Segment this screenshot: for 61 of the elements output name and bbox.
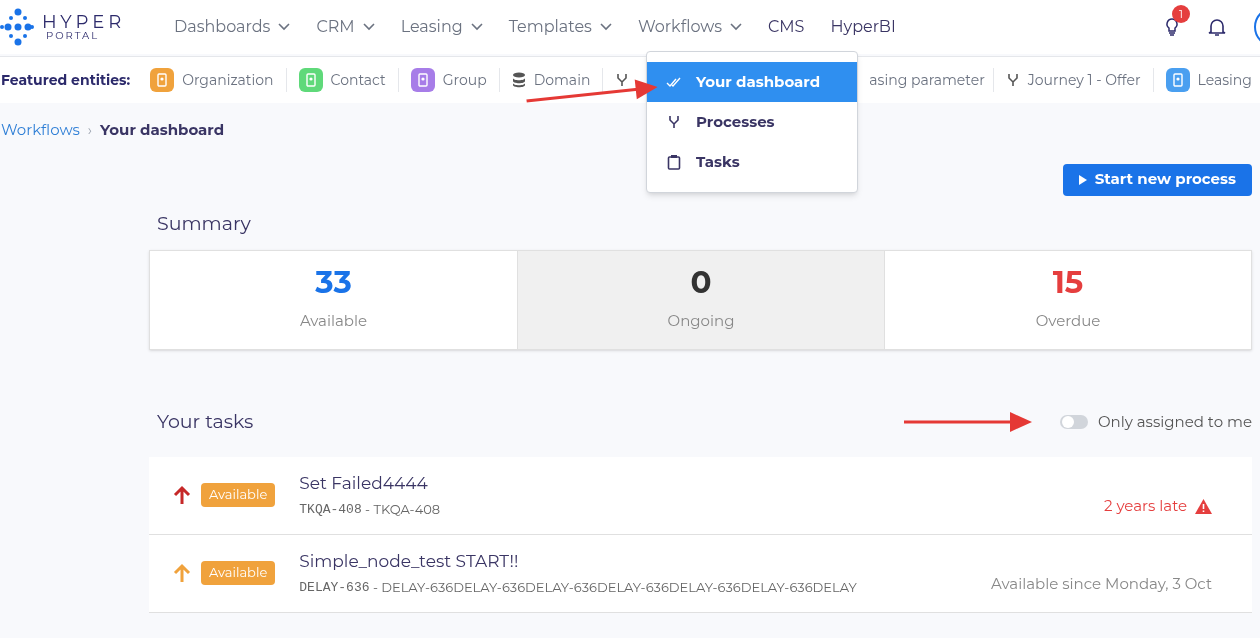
status-badge: Available (201, 561, 276, 585)
status-badge: Available (201, 483, 276, 507)
branch-icon (1005, 72, 1020, 88)
summary-count: 0 (690, 267, 712, 299)
summary-card[interactable]: 33 Available (150, 251, 517, 349)
task-title: Simple_node_test START!! (299, 549, 520, 573)
database-icon (511, 72, 526, 88)
featured-entity[interactable]: Contact (294, 68, 390, 92)
task-due: 2 years late (1103, 495, 1187, 517)
bell-icon[interactable] (1208, 17, 1226, 37)
branch-icon (615, 72, 630, 88)
nav-menu[interactable]: CMS (768, 15, 805, 39)
featured-entity[interactable]: Group (406, 68, 491, 92)
nav-menu[interactable]: HyperBI (830, 15, 896, 39)
brand-name: HYPER (42, 13, 126, 31)
tasks-title: Your tasks (157, 409, 254, 435)
summary-title: Summary (157, 210, 251, 237)
summary-label: Ongoing (667, 310, 735, 333)
task-row[interactable]: Available Simple_node_test START!! DELAY-636 - DELAY-636DELAY-636DELAY-636DELAY-636DELAY-636DELAY-636DELAY Available since Monday, 3 Oct (149, 534, 1252, 613)
task-reference: - TKQA-408 (364, 500, 441, 519)
notification-badge: 1 (1172, 5, 1190, 23)
task-reference: - DELAY-636DELAY-636DELAY-636DELAY-636DELAY-636DELAY-636DELAY (371, 578, 857, 597)
start-process-button[interactable]: Start new process (1062, 163, 1252, 196)
nav-menu[interactable]: CRM (316, 15, 375, 39)
warning-icon (1195, 498, 1212, 514)
nav-menu[interactable]: Templates (508, 15, 612, 39)
task-title: Set Failed4444 (299, 471, 429, 495)
featured-entity[interactable]: Leasing (1161, 68, 1256, 92)
clipboard-icon (667, 154, 681, 170)
play-icon (1078, 174, 1087, 185)
task-code: TKQA-408 (299, 501, 362, 519)
summary-label: Overdue (1035, 310, 1101, 333)
summary-count: 15 (1052, 267, 1084, 299)
summary-card[interactable]: 15 Overdue (884, 251, 1251, 349)
menu-item[interactable]: Tasks (647, 142, 857, 182)
breadcrumb-current: Your dashboard (100, 119, 225, 141)
featured-entity[interactable]: Journey 1 - Offer (1001, 69, 1145, 91)
toggle-label: Only assigned to me (1098, 411, 1252, 433)
summary-count: 33 (315, 267, 352, 299)
branch-icon (667, 114, 681, 130)
task-due: Available since Monday, 3 Oct (991, 573, 1212, 595)
brand-subtitle: PORTAL (46, 31, 101, 41)
menu-item[interactable]: Your dashboard (647, 62, 857, 102)
double-check-icon (666, 76, 682, 88)
toggle-switch[interactable] (1060, 415, 1088, 430)
task-row[interactable]: Available Set Failed4444 TKQA-408 - TKQA-408 2 years late (149, 456, 1252, 535)
featured-entity[interactable]: asing parameter (869, 69, 985, 91)
featured-entity[interactable]: Domain (507, 69, 595, 91)
summary-label: Available (299, 310, 368, 333)
nav-menu[interactable]: Dashboards (174, 15, 291, 39)
summary-card[interactable]: 0 Ongoing (517, 251, 884, 349)
nav-menu[interactable]: Leasing (400, 15, 483, 39)
breadcrumb-separator: › (87, 119, 93, 141)
menu-item[interactable]: Processes (647, 102, 857, 142)
logo-icon (0, 6, 34, 48)
featured-label: Featured entities: (1, 69, 131, 91)
featured-entity[interactable]: Organization (146, 68, 278, 92)
task-code: DELAY-636 (299, 579, 370, 597)
lightbulb-icon[interactable] (1164, 17, 1180, 37)
nav-menu[interactable]: Workflows (637, 15, 742, 39)
breadcrumb-link[interactable]: Workflows (1, 119, 80, 142)
